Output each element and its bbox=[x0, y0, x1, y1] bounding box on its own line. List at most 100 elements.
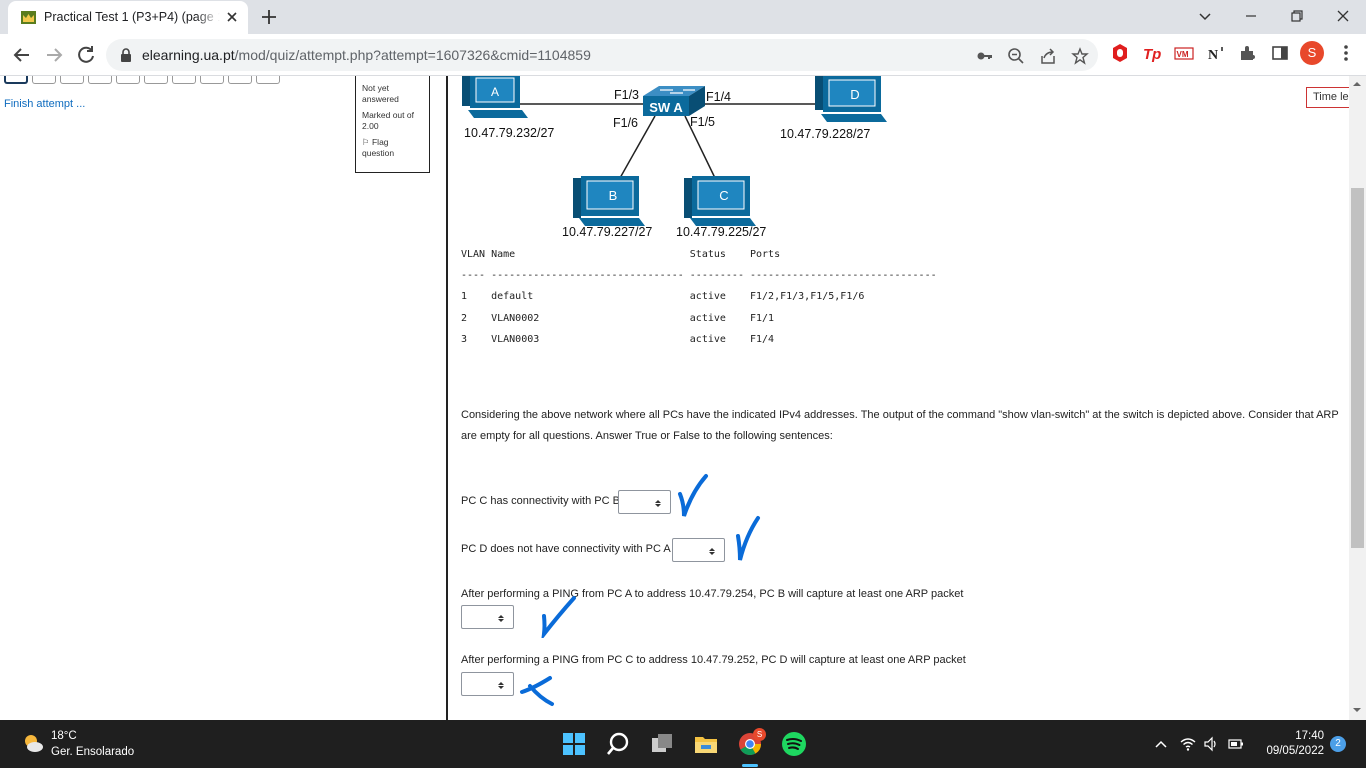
question-item-1: PC C has connectivity with PC B bbox=[461, 495, 620, 507]
close-window-icon[interactable] bbox=[1333, 6, 1353, 26]
question-marks: Marked out of 2.00 bbox=[362, 110, 414, 131]
scroll-up-icon[interactable] bbox=[1353, 78, 1361, 86]
answer-select-4[interactable] bbox=[461, 672, 514, 696]
pc-d-ip: 10.47.79.228/27 bbox=[780, 127, 871, 141]
scroll-down-icon[interactable] bbox=[1353, 708, 1361, 716]
pc-c-icon: C bbox=[684, 176, 756, 226]
pc-a-label: A bbox=[491, 85, 499, 99]
key-icon[interactable] bbox=[976, 47, 994, 65]
task-view-icon[interactable] bbox=[649, 731, 675, 757]
quiz-nav-question-button[interactable] bbox=[144, 76, 168, 84]
pc-c-ip: 10.47.79.225/27 bbox=[676, 225, 767, 239]
pc-b-ip: 10.47.79.227/27 bbox=[562, 225, 653, 239]
switch-icon: SW A bbox=[643, 86, 705, 116]
close-tab-icon[interactable] bbox=[224, 9, 240, 25]
zoom-out-icon[interactable] bbox=[1007, 47, 1025, 65]
quiz-nav-question-button[interactable] bbox=[228, 76, 252, 84]
page-scrollbar[interactable] bbox=[1349, 76, 1366, 720]
windows-taskbar: 18°C Ger. Ensolarado S 17:40 09/05/2022 bbox=[0, 720, 1366, 768]
quiz-nav-question-button[interactable] bbox=[200, 76, 224, 84]
question-status: Not yet answered bbox=[362, 83, 399, 104]
weather-temperature[interactable]: 18°C bbox=[51, 730, 77, 742]
more-menu-icon[interactable] bbox=[1336, 43, 1356, 63]
notion-extension-icon[interactable]: N bbox=[1206, 43, 1226, 63]
quiz-nav-question-button[interactable] bbox=[172, 76, 196, 84]
port-label-c: F1/5 bbox=[690, 115, 716, 129]
vlan-table-row: 1 default active F1/2,F1/3,F1/5,F1/6 bbox=[461, 291, 865, 302]
switch-label: SW A bbox=[649, 100, 683, 115]
minimize-icon[interactable] bbox=[1241, 6, 1261, 26]
pc-d-icon: D bbox=[815, 76, 887, 122]
windows-start-icon[interactable] bbox=[561, 731, 587, 757]
finish-attempt-link[interactable]: Finish attempt ... bbox=[4, 98, 85, 110]
notification-badge[interactable]: 2 bbox=[1330, 736, 1346, 752]
svg-text:VM: VM bbox=[1177, 50, 1189, 59]
pc-d-label: D bbox=[850, 87, 859, 102]
checkmark-icon bbox=[678, 474, 708, 517]
share-icon[interactable] bbox=[1039, 47, 1057, 65]
flag-question-link[interactable]: ⚐ Flag question bbox=[362, 137, 423, 159]
volume-icon[interactable] bbox=[1203, 736, 1219, 752]
tp-extension-icon[interactable]: Tp bbox=[1142, 43, 1162, 63]
vlan-table-row: 2 VLAN0002 active F1/1 bbox=[461, 313, 775, 324]
reload-icon[interactable] bbox=[74, 43, 98, 67]
question-item-4: After performing a PING from PC C to add… bbox=[461, 654, 966, 666]
answer-select-3[interactable] bbox=[461, 605, 514, 629]
extensions-puzzle-icon[interactable] bbox=[1238, 43, 1258, 63]
chrome-profile-badge: S bbox=[753, 728, 766, 741]
address-bar[interactable]: elearning.ua.pt/mod/quiz/attempt.php?att… bbox=[106, 39, 1098, 71]
network-topology-diagram: SW A A D B C bbox=[462, 76, 887, 226]
wifi-icon[interactable] bbox=[1180, 736, 1196, 752]
back-arrow-icon[interactable] bbox=[10, 43, 34, 67]
restore-icon[interactable] bbox=[1287, 6, 1307, 26]
quiz-nav-question-button[interactable] bbox=[116, 76, 140, 84]
answer-select-2[interactable] bbox=[672, 538, 725, 562]
pc-a-icon: A bbox=[462, 76, 528, 118]
port-label-a: F1/3 bbox=[614, 88, 640, 102]
question-intro: Considering the above network where all … bbox=[461, 409, 1339, 442]
bookmark-star-icon[interactable] bbox=[1071, 47, 1089, 65]
forward-arrow-icon[interactable] bbox=[42, 43, 66, 67]
partly-sunny-icon[interactable] bbox=[22, 732, 44, 754]
quiz-nav-question-button[interactable] bbox=[4, 76, 28, 84]
question-item-2: PC D does not have connectivity with PC … bbox=[461, 543, 671, 555]
port-label-d: F1/4 bbox=[706, 90, 732, 104]
pc-a-ip: 10.47.79.232/27 bbox=[464, 126, 555, 140]
quiz-page: Finish attempt ... Not yet answered Mark… bbox=[0, 76, 1366, 720]
flag-icon: ⚐ bbox=[362, 137, 372, 147]
vlan-table-row: 3 VLAN0003 active F1/4 bbox=[461, 334, 775, 345]
quiz-nav-question-button[interactable] bbox=[256, 76, 280, 84]
vlan-table-separator: ---- -------------------------------- --… bbox=[461, 270, 937, 281]
lock-icon bbox=[121, 48, 131, 62]
opera-adblock-icon[interactable] bbox=[1110, 43, 1130, 63]
profile-avatar[interactable]: S bbox=[1300, 41, 1324, 65]
tab-title: Practical Test 1 (P3+P4) (page 1 c bbox=[44, 10, 220, 24]
tab-search-chevron-down-icon[interactable] bbox=[1195, 6, 1215, 26]
vlan-table-header: VLAN Name Status Ports bbox=[461, 249, 781, 260]
tab-practical-test[interactable]: Practical Test 1 (P3+P4) (page 1 c bbox=[8, 1, 248, 34]
new-tab-icon[interactable] bbox=[260, 8, 278, 26]
answer-select-1[interactable] bbox=[618, 490, 671, 514]
checkmark-icon bbox=[736, 516, 760, 561]
chevron-up-icon[interactable] bbox=[1153, 736, 1169, 752]
svg-text:Tp: Tp bbox=[1143, 46, 1161, 63]
vm-extension-icon[interactable]: VM bbox=[1174, 43, 1194, 63]
quiz-nav-question-button[interactable] bbox=[32, 76, 56, 84]
checkmark-icon bbox=[541, 596, 576, 638]
spotify-icon[interactable] bbox=[781, 731, 807, 757]
system-clock[interactable]: 17:40 09/05/2022 bbox=[1258, 729, 1324, 759]
question-info-box: Not yet answered Marked out of 2.00 ⚐ Fl… bbox=[355, 76, 430, 173]
clock-date: 09/05/2022 bbox=[1266, 745, 1324, 757]
side-panel-icon[interactable] bbox=[1270, 43, 1290, 63]
quiz-nav-question-button[interactable] bbox=[60, 76, 84, 84]
url-text: elearning.ua.pt/mod/quiz/attempt.php?att… bbox=[142, 47, 591, 63]
quiz-nav-question-button[interactable] bbox=[88, 76, 112, 84]
pc-c-label: C bbox=[719, 188, 728, 203]
search-icon[interactable] bbox=[605, 731, 631, 757]
battery-icon[interactable] bbox=[1228, 736, 1244, 752]
scrollbar-thumb[interactable] bbox=[1351, 188, 1364, 548]
file-explorer-icon[interactable] bbox=[693, 731, 719, 757]
pc-b-icon: B bbox=[573, 176, 645, 226]
svg-text:N: N bbox=[1208, 48, 1218, 63]
weather-condition[interactable]: Ger. Ensolarado bbox=[51, 746, 134, 758]
